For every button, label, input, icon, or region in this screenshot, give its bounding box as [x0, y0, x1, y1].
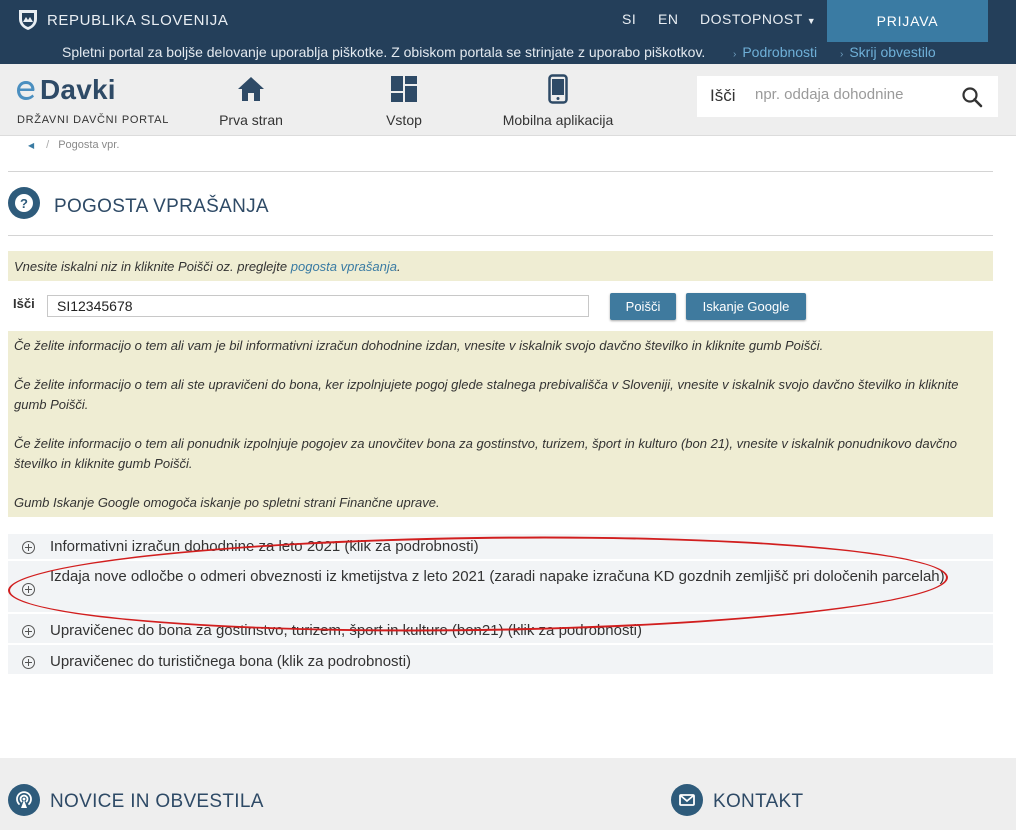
chevron-right-icon: ›: [733, 49, 737, 60]
divider: [8, 171, 993, 172]
info-box: Če želite informacijo o tem ali vam je b…: [8, 331, 993, 517]
breadcrumb-current: Pogosta vpr.: [58, 139, 120, 151]
search-hint-end: .: [397, 259, 401, 274]
faq-item[interactable]: Izdaja nove odločbe o odmeri obveznosti …: [8, 561, 993, 613]
faq-item-label: Informativni izračun dohodnine za leto 2…: [50, 538, 479, 555]
coat-of-arms-icon: [19, 10, 37, 30]
cookie-details-label: Podrobnosti: [742, 44, 818, 60]
nav-home[interactable]: Prva stran: [216, 74, 286, 128]
language-si-link[interactable]: SI: [622, 11, 636, 27]
cookie-details-link[interactable]: › Podrobnosti: [733, 44, 817, 60]
faq-item-label: Upravičenec do bona za gostinstvo, turiz…: [50, 622, 642, 639]
breadcrumb-separator: /: [46, 139, 50, 151]
cookie-notice-text: Spletni portal za boljše delovanje upora…: [62, 44, 706, 60]
davki-logo[interactable]: Davki: [14, 74, 116, 106]
expand-plus-icon: [22, 656, 35, 669]
header-search-label: Išči: [710, 86, 736, 105]
faq-search-input[interactable]: [47, 295, 589, 317]
header-search: Išči: [697, 76, 998, 117]
faq-item[interactable]: Informativni izračun dohodnine za leto 2…: [8, 534, 993, 560]
expand-plus-icon: [22, 541, 35, 554]
accessibility-menu[interactable]: DOSTOPNOST ▼: [700, 11, 816, 27]
logo-text: Davki: [40, 74, 116, 105]
breadcrumb-back-icon[interactable]: ◀: [28, 141, 34, 150]
government-brand[interactable]: REPUBLIKA SLOVENIJA: [18, 8, 228, 32]
faq-item-label: Izdaja nove odločbe o odmeri obveznosti …: [50, 568, 945, 585]
dashboard-icon: [391, 76, 417, 102]
logo-subtitle: DRŽAVNI DAVČNI PORTAL: [17, 114, 170, 126]
google-search-button[interactable]: Iskanje Google: [686, 293, 806, 320]
nav-mobile-app[interactable]: Mobilna aplikacija: [500, 74, 616, 128]
site-header: Davki DRŽAVNI DAVČNI PORTAL Prva stran V…: [0, 64, 1016, 136]
broadcast-icon: [8, 784, 40, 816]
expand-plus-icon: [22, 583, 35, 596]
cookie-hide-label: Skrij obvestilo: [849, 44, 936, 60]
caret-down-icon: ▼: [806, 16, 817, 26]
language-en-link[interactable]: EN: [658, 11, 678, 27]
nav-home-label: Prva stran: [219, 112, 283, 128]
search-button[interactable]: Poišči: [610, 293, 676, 320]
contact-heading[interactable]: KONTAKT: [713, 791, 803, 813]
header-search-input[interactable]: [755, 86, 950, 103]
search-hint-text: Vnesite iskalni niz in kliknite Poišči o…: [14, 259, 291, 274]
info-paragraph: Če želite informacijo o tem ali ste upra…: [14, 377, 959, 412]
chevron-right-icon: ›: [840, 49, 844, 60]
news-heading[interactable]: NOVICE IN OBVESTILA: [50, 791, 264, 813]
search-hint: Vnesite iskalni niz in kliknite Poišči o…: [8, 251, 993, 281]
top-bar: REPUBLIKA SLOVENIJA SI EN DOSTOPNOST ▼ PR…: [0, 0, 1016, 64]
info-paragraph: Če želite informacijo o tem ali ponudnik…: [14, 436, 958, 471]
info-paragraph: Če želite informacijo o tem ali vam je b…: [14, 338, 824, 353]
government-name: REPUBLIKA SLOVENIJA: [47, 11, 229, 29]
page-title: POGOSTA VPRAŠANJA: [54, 196, 269, 217]
mail-icon: [671, 784, 703, 816]
cookie-hide-link[interactable]: › Skrij obvestilo: [840, 44, 936, 60]
nav-login-label: Vstop: [386, 112, 422, 128]
accessibility-label: DOSTOPNOST: [700, 11, 803, 27]
e-logo-icon: [17, 81, 35, 100]
faq-item[interactable]: Upravičenec do bona za gostinstvo, turiz…: [8, 614, 993, 644]
login-button[interactable]: PRIJAVA: [827, 0, 988, 42]
mobile-phone-icon: [548, 74, 568, 104]
faq-link[interactable]: pogosta vprašanja: [291, 259, 397, 274]
home-icon: [238, 77, 264, 101]
question-icon: ?: [8, 187, 40, 219]
footer-sections: NOVICE IN OBVESTILA KONTAKT: [0, 758, 1016, 830]
info-paragraph: Gumb Iskanje Google omogoča iskanje po s…: [14, 495, 440, 510]
faq-item[interactable]: Upravičenec do turističnega bona (klik z…: [8, 645, 993, 675]
search-icon[interactable]: [961, 86, 983, 108]
divider: [8, 235, 993, 236]
cookie-notice: Spletni portal za boljše delovanje upora…: [0, 42, 1016, 64]
expand-plus-icon: [22, 625, 35, 638]
nav-mobile-label: Mobilna aplikacija: [502, 112, 614, 128]
faq-item-label: Upravičenec do turističnega bona (klik z…: [50, 653, 412, 670]
breadcrumb: ◀ / Pogosta vpr.: [28, 139, 119, 151]
faq-search-label: Išči: [13, 296, 35, 311]
nav-login[interactable]: Vstop: [374, 74, 434, 128]
